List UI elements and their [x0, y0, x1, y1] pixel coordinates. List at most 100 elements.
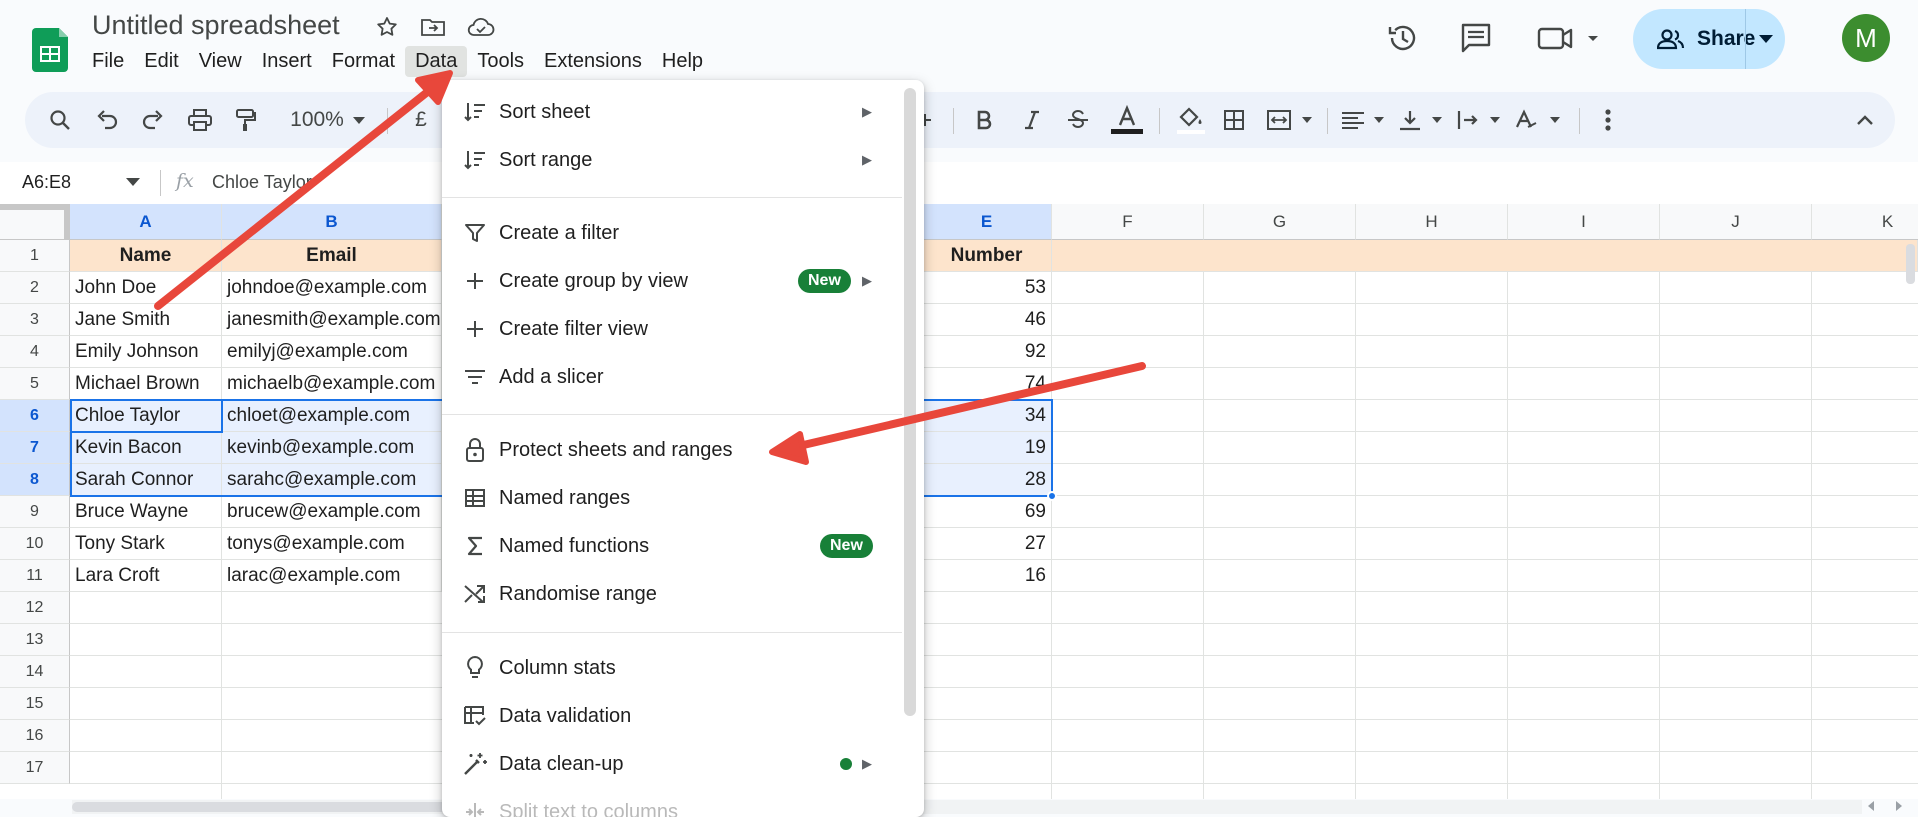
row-header-16[interactable]: 16 — [0, 720, 70, 752]
row-header-5[interactable]: 5 — [0, 368, 70, 400]
cell-a5[interactable]: Michael Brown — [70, 368, 222, 400]
row-header-9[interactable]: 9 — [0, 496, 70, 528]
column-header-a[interactable]: A — [70, 204, 222, 240]
row-header-4[interactable]: 4 — [0, 336, 70, 368]
version-history-icon[interactable] — [1383, 18, 1423, 58]
cell-e9[interactable]: 69 — [922, 496, 1052, 528]
row-header-15[interactable]: 15 — [0, 688, 70, 720]
menu-data[interactable]: Data — [405, 45, 468, 77]
cell-b8[interactable]: sarahc@example.com — [222, 464, 442, 496]
fill-handle[interactable] — [1047, 491, 1057, 501]
column-header-b[interactable]: B — [222, 204, 442, 240]
menu-scrollbar-thumb[interactable] — [904, 88, 916, 716]
row-header-7[interactable]: 7 — [0, 432, 70, 464]
document-title[interactable]: Untitled spreadsheet — [92, 10, 340, 41]
row-header-14[interactable]: 14 — [0, 656, 70, 688]
text-color-icon[interactable] — [1107, 92, 1147, 148]
text-wrapping-icon[interactable] — [1453, 92, 1509, 148]
horizontal-align-icon[interactable] — [1337, 92, 1393, 148]
scroll-right-icon[interactable] — [1894, 800, 1904, 812]
cell-e7[interactable]: 19 — [922, 432, 1052, 464]
menu-item-sort-range[interactable]: Sort range ▶ — [442, 136, 912, 184]
row-header-17[interactable]: 17 — [0, 752, 70, 784]
cell-a9[interactable]: Bruce Wayne — [70, 496, 222, 528]
share-options-chevron-icon[interactable] — [1745, 9, 1785, 69]
menu-item-data-validation[interactable]: Data validation — [442, 692, 912, 740]
cell-b10[interactable]: tonys@example.com — [222, 528, 442, 560]
vertical-scrollbar-thumb[interactable] — [1906, 244, 1915, 284]
strikethrough-icon[interactable] — [1061, 92, 1095, 148]
cell-b5[interactable]: michaelb@example.com — [222, 368, 442, 400]
collapse-toolbar-chevron-up-icon[interactable] — [1850, 92, 1880, 148]
vertical-align-icon[interactable] — [1395, 92, 1451, 148]
menu-extensions[interactable]: Extensions — [534, 46, 652, 77]
cell-b9[interactable]: brucew@example.com — [222, 496, 442, 528]
row-header-3[interactable]: 3 — [0, 304, 70, 336]
cell-a11[interactable]: Lara Croft — [70, 560, 222, 592]
menu-item-column-stats[interactable]: Column stats — [442, 644, 912, 692]
cell-e3[interactable]: 46 — [922, 304, 1052, 336]
cell-a7[interactable]: Kevin Bacon — [70, 432, 222, 464]
paint-format-icon[interactable] — [229, 92, 263, 148]
cell-a6[interactable]: Chloe Taylor — [70, 400, 222, 432]
cell-b3[interactable]: janesmith@example.com — [222, 304, 442, 336]
cell-e11[interactable]: 16 — [922, 560, 1052, 592]
column-header-k[interactable]: K — [1812, 204, 1918, 240]
cloud-saved-icon[interactable] — [466, 12, 496, 42]
menu-item-randomise-range[interactable]: Randomise range — [442, 570, 912, 618]
fill-color-icon[interactable] — [1171, 92, 1211, 148]
menu-tools[interactable]: Tools — [467, 46, 534, 77]
column-header-f[interactable]: F — [1052, 204, 1204, 240]
bold-icon[interactable] — [967, 92, 1001, 148]
move-folder-icon[interactable] — [418, 12, 448, 42]
row-header-12[interactable]: 12 — [0, 592, 70, 624]
merge-cells-icon[interactable] — [1263, 92, 1319, 148]
cell-a8[interactable]: Sarah Connor — [70, 464, 222, 496]
scroll-left-icon[interactable] — [1866, 800, 1876, 812]
cell-a3[interactable]: Jane Smith — [70, 304, 222, 336]
sheets-logo-icon[interactable] — [32, 28, 72, 72]
print-icon[interactable] — [183, 92, 217, 148]
menu-item-named-functions[interactable]: Named functions New — [442, 522, 912, 570]
row-header-8[interactable]: 8 — [0, 464, 70, 496]
cell-b2[interactable]: johndoe@example.com — [222, 272, 442, 304]
cell-b6[interactable]: chloet@example.com — [222, 400, 442, 432]
borders-icon[interactable] — [1217, 92, 1251, 148]
meet-video-icon[interactable] — [1535, 18, 1605, 58]
formula-input[interactable]: Chloe Taylor — [212, 172, 312, 193]
menu-file[interactable]: File — [82, 46, 134, 77]
menu-insert[interactable]: Insert — [252, 46, 322, 77]
name-box[interactable]: A6:E8 — [22, 172, 71, 193]
cell-e5[interactable]: 74 — [922, 368, 1052, 400]
search-menus-icon[interactable] — [43, 92, 77, 148]
row-header-10[interactable]: 10 — [0, 528, 70, 560]
row-header-2[interactable]: 2 — [0, 272, 70, 304]
cell-b7[interactable]: kevinb@example.com — [222, 432, 442, 464]
cell-b1[interactable]: Email — [222, 240, 442, 272]
menu-item-split-text-to-columns[interactable]: Split text to columns — [442, 788, 912, 817]
cell-e6[interactable]: 34 — [922, 400, 1052, 432]
horizontal-scrollbar-thumb[interactable] — [72, 802, 452, 812]
row-header-1[interactable]: 1 — [0, 240, 70, 272]
cell-e4[interactable]: 92 — [922, 336, 1052, 368]
menu-item-sort-sheet[interactable]: Sort sheet ▶ — [442, 88, 912, 136]
menu-view[interactable]: View — [189, 46, 252, 77]
column-header-j[interactable]: J — [1660, 204, 1812, 240]
menu-item-create-filter[interactable]: Create a filter — [442, 209, 912, 257]
zoom-chevron-down-icon[interactable] — [349, 92, 369, 148]
avatar[interactable]: M — [1842, 14, 1890, 62]
zoom-select[interactable]: 100% — [287, 92, 347, 148]
cell-e1[interactable]: Number — [922, 240, 1052, 272]
row-header-6[interactable]: 6 — [0, 400, 70, 432]
italic-icon[interactable] — [1015, 92, 1049, 148]
menu-item-add-slicer[interactable]: Add a slicer — [442, 353, 912, 401]
cell-a1[interactable]: Name — [70, 240, 222, 272]
menu-item-create-group-by-view[interactable]: Create group by view New ▶ — [442, 257, 912, 305]
cell-e2[interactable]: 53 — [922, 272, 1052, 304]
row-header-13[interactable]: 13 — [0, 624, 70, 656]
menu-item-named-ranges[interactable]: Named ranges — [442, 474, 912, 522]
cell-a10[interactable]: Tony Stark — [70, 528, 222, 560]
column-header-e[interactable]: E — [922, 204, 1052, 240]
menu-format[interactable]: Format — [322, 46, 405, 77]
redo-icon[interactable] — [137, 92, 169, 148]
